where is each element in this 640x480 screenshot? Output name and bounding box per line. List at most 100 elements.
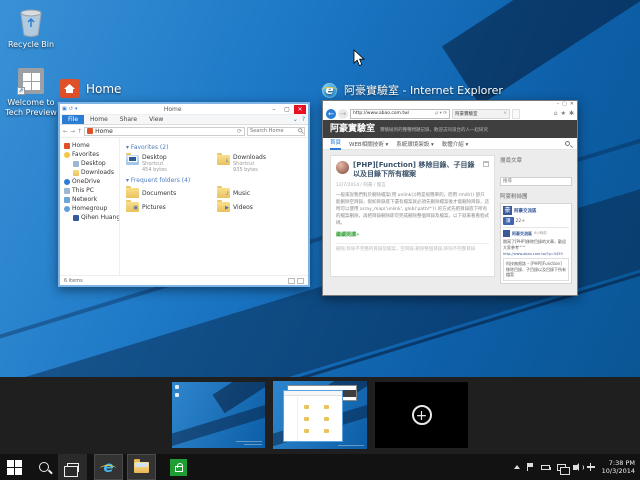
article-title[interactable]: [PHP][Function] 移除目錄、子目錄以及目錄下所有檔案 (353, 161, 479, 179)
address-bar[interactable]: http://www.abao.com.tw/ ρ ▾ ⟳ (350, 109, 450, 119)
browser-tab[interactable]: 阿豪實驗室 × (452, 109, 510, 119)
group-header-favorites[interactable]: ▾ Favorites (2) (126, 144, 304, 151)
nav-item-home[interactable]: Home (64, 141, 119, 150)
explorer-window-thumbnail[interactable]: ▣↺▾ Home – ▢ ✕ File Home Share View ⌄? ←… (58, 102, 310, 287)
thumbnail-view-icon[interactable] (297, 278, 304, 284)
taskbar-clock[interactable]: 7:38 PM 10/3/2014 (602, 459, 635, 475)
nav-item-user[interactable]: Qihen Huang (64, 213, 119, 222)
tab-home[interactable]: Home (84, 115, 114, 124)
nav-web-link[interactable]: WEB相關技術 ▾ (349, 140, 388, 148)
new-tab-button[interactable] (512, 109, 520, 119)
desktop-2-thumbnail[interactable] (273, 381, 367, 449)
file-explorer-icon (134, 462, 149, 473)
network-icon[interactable] (557, 464, 566, 471)
close-button[interactable]: ✕ (294, 105, 306, 114)
minimize-button[interactable]: – (268, 105, 280, 114)
forward-icon[interactable]: → (70, 128, 75, 135)
facebook-like-button[interactable]: 讚 (503, 217, 514, 225)
nav-item-desktop[interactable]: Desktop (64, 159, 119, 168)
search-refresh-icons[interactable]: ρ ▾ ⟳ (435, 111, 447, 116)
recycle-bin-icon (2, 8, 60, 38)
refresh-icon[interactable]: ⟳ (237, 128, 242, 135)
nav-item-favorites[interactable]: Favorites (64, 150, 119, 159)
nav-item-onedrive[interactable]: OneDrive (64, 177, 119, 186)
tab-view[interactable]: View (143, 115, 169, 124)
tab-file[interactable]: File (62, 115, 84, 124)
details-view-icon[interactable] (288, 278, 295, 284)
settings-gear-icon[interactable]: ✱ (569, 110, 574, 117)
close-button[interactable]: ✕ (570, 102, 574, 107)
recycle-bin-desktop-icon[interactable]: Recycle Bin (2, 8, 60, 50)
ribbon-expand-icon[interactable]: ⌄ (293, 116, 298, 123)
folder-tile-pictures[interactable]: ▣ Pictures (126, 201, 213, 212)
search-input[interactable] (248, 128, 298, 134)
forward-icon[interactable]: → (338, 109, 348, 119)
folder-tile-music[interactable]: ♪ Music (217, 187, 304, 198)
address-bar[interactable]: Home ⟳ (84, 127, 245, 136)
music-folder-icon: ♪ (217, 188, 230, 198)
file-tile-downloads[interactable]: ↓ DownloadsShortcut935 bytes (217, 154, 304, 173)
documents-folder-icon (126, 188, 139, 198)
task-view-strip: + (0, 377, 640, 454)
article-tags[interactable]: 刪除,移除不完整的目錄及檔案，空目錄,刪除整個目錄,移除不完整目錄 (336, 247, 489, 253)
up-icon[interactable]: ↑ (77, 128, 82, 135)
facebook-post-url[interactable]: http://www.abao.com.tw/?p=5459 (503, 252, 569, 256)
task-view-button[interactable] (58, 454, 87, 480)
search-icon (39, 462, 49, 472)
tab-close-icon[interactable]: × (503, 111, 507, 116)
divider (336, 243, 489, 244)
item-count: 6 items (64, 278, 83, 284)
back-icon[interactable]: ← (326, 109, 336, 119)
group-header-frequent[interactable]: ▾ Frequent folders (4) (126, 177, 304, 184)
folder-icon (73, 170, 79, 176)
nav-item-homegroup[interactable]: Homegroup (64, 204, 119, 213)
search-button[interactable] (29, 454, 58, 480)
home-icon (87, 128, 93, 134)
file-tile-desktop[interactable]: DesktopShortcut454 bytes (126, 154, 213, 173)
folder-tile-videos[interactable]: ▶ Videos (217, 201, 304, 212)
maximize-button[interactable]: ▢ (281, 105, 293, 114)
nav-item-this-pc[interactable]: This PC (64, 186, 119, 195)
desktop-1-thumbnail[interactable] (172, 382, 265, 448)
volume-icon[interactable] (573, 465, 577, 470)
facebook-page-name[interactable]: 阿豪交流區 (514, 208, 537, 214)
nav-software-link[interactable]: 軟體介紹 ▾ (442, 140, 469, 148)
facebook-post-quote[interactable]: 科技無限誌 – [PHP][Function] 移除目錄、子目錄以及目錄下所有檔… (503, 258, 569, 281)
taskbar-ie-button[interactable]: e (94, 454, 123, 480)
minimize-button[interactable]: – (557, 102, 560, 107)
site-title[interactable]: 阿豪實驗室 (330, 120, 375, 138)
quick-access-toolbar[interactable]: ▣↺▾ (62, 106, 77, 112)
home-icon (60, 79, 79, 98)
welcome-desktop-icon[interactable]: ↗ Welcome to Tech Preview (2, 66, 60, 118)
shortcut-arrow-icon: ↗ (17, 87, 25, 95)
home-icon[interactable]: ⌂ (554, 110, 558, 117)
folder-tile-documents[interactable]: Documents (126, 187, 213, 198)
nav-home-link[interactable]: 首頁 (330, 138, 341, 150)
action-center-flag-icon[interactable] (527, 463, 534, 471)
add-desktop-button[interactable]: + (375, 382, 468, 448)
nav-system-link[interactable]: 系統環境架設 ▾ (396, 140, 434, 148)
back-icon[interactable]: ← (63, 128, 68, 135)
taskbar-store-button[interactable] (164, 454, 193, 480)
facebook-like-count: 22+ (516, 219, 526, 224)
help-icon[interactable]: ? (302, 116, 305, 123)
input-indicator-icon[interactable] (587, 463, 595, 471)
article-card: [PHP][Function] 移除目錄、子目錄以及目錄下所有檔案 12/7/2… (330, 155, 495, 277)
nav-item-network[interactable]: Network (64, 195, 119, 204)
nav-item-downloads[interactable]: Downloads (64, 168, 119, 177)
show-hidden-icons-chevron[interactable] (514, 465, 520, 469)
ie-thumb-label[interactable]: e 阿豪實驗室 - Internet Explorer (322, 82, 503, 98)
facebook-post-author[interactable]: 阿豪交流區 (512, 231, 532, 237)
explorer-thumb-label[interactable]: Home (60, 79, 121, 98)
site-search-icon[interactable] (565, 141, 570, 146)
taskbar-explorer-button[interactable] (127, 454, 156, 480)
ie-window-thumbnail[interactable]: – ▢ ✕ ← → http://www.abao.com.tw/ ρ ▾ ⟳ … (322, 100, 578, 296)
tab-share[interactable]: Share (114, 115, 143, 124)
search-box[interactable] (247, 127, 305, 136)
maximize-button[interactable]: ▢ (562, 102, 567, 107)
start-button[interactable] (0, 454, 29, 480)
sidebar-search-input[interactable] (500, 177, 572, 186)
favorites-star-icon[interactable]: ★ (561, 110, 566, 117)
read-more-link[interactable]: 繼續閱讀» (336, 231, 489, 238)
battery-icon[interactable] (541, 465, 550, 470)
